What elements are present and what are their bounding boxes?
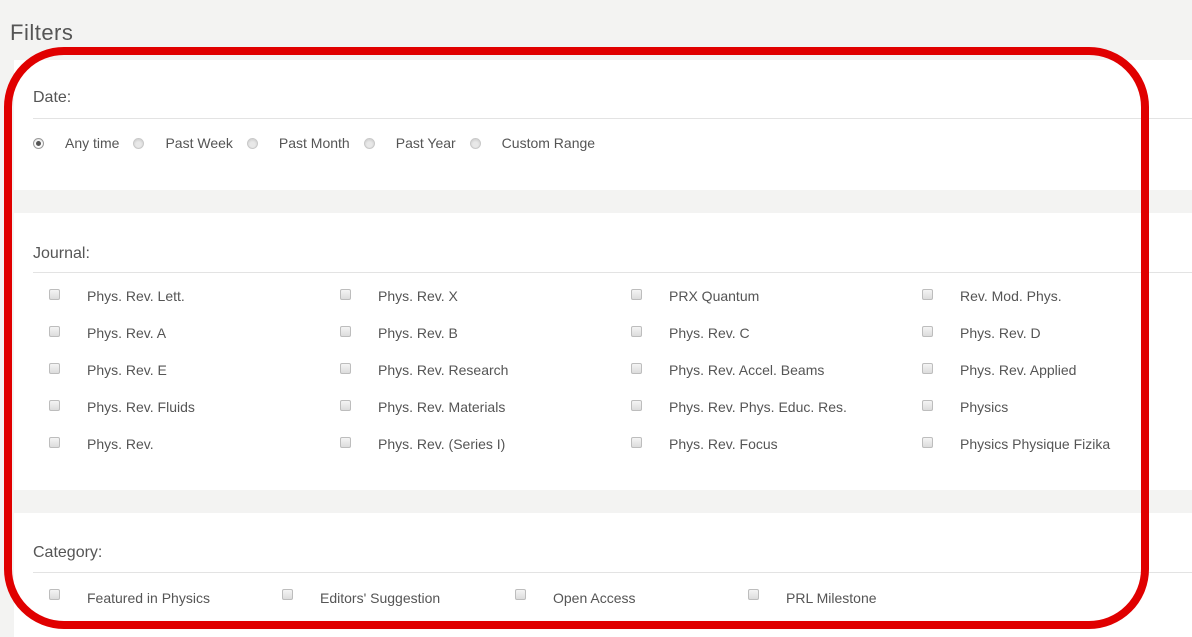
date-label: Date:	[33, 89, 72, 106]
journal-checkbox-label[interactable]: Physics Physique Fizika	[960, 436, 1110, 452]
date-option-label: Any time	[65, 135, 120, 151]
journal-checkbox-label[interactable]: Phys. Rev. Applied	[960, 362, 1076, 378]
date-radio-group: Any time Past Week Past Month Past Year …	[33, 135, 609, 151]
date-option-past-year[interactable]: Past Year	[363, 135, 456, 151]
radio-any-time[interactable]	[33, 137, 44, 149]
journal-checkbox-label[interactable]: Phys. Rev. Focus	[669, 436, 778, 452]
radio-past-month[interactable]	[246, 137, 258, 149]
category-checkbox-label[interactable]: PRL Milestone	[786, 590, 877, 606]
journal-checkbox[interactable]	[631, 289, 642, 300]
journal-checkbox[interactable]	[631, 363, 642, 374]
radio-past-week[interactable]	[133, 137, 145, 149]
journal-checkbox-label[interactable]: Phys. Rev. C	[669, 325, 750, 341]
radio-custom-range[interactable]	[469, 137, 481, 149]
journal-checkbox-label[interactable]: Physics	[960, 399, 1008, 415]
category-checkbox-label[interactable]: Featured in Physics	[87, 590, 210, 606]
journal-checkbox-label[interactable]: PRX Quantum	[669, 288, 759, 304]
journal-checkbox[interactable]	[631, 437, 642, 448]
journal-checkbox[interactable]	[922, 400, 933, 411]
journal-checkbox[interactable]	[922, 289, 933, 300]
date-option-label: Past Month	[278, 135, 350, 151]
journal-checkbox-label[interactable]: Phys. Rev.	[87, 436, 154, 452]
journal-checkbox-label[interactable]: Phys. Rev. Materials	[378, 399, 505, 415]
journal-checkbox[interactable]	[49, 437, 60, 448]
journal-checkbox[interactable]	[631, 400, 642, 411]
category-checkbox[interactable]	[49, 589, 60, 600]
journal-divider	[33, 272, 1192, 273]
journal-checkbox[interactable]	[49, 363, 60, 374]
date-option-custom-range[interactable]: Custom Range	[469, 135, 596, 151]
category-checkbox[interactable]	[515, 589, 526, 600]
category-filter-panel: Category: Featured in Physics Editors' Su…	[14, 513, 1192, 637]
journal-checkbox[interactable]	[49, 400, 60, 411]
category-checkbox-label[interactable]: Open Access	[553, 590, 636, 606]
date-filter-panel: Date: Any time Past Week Past Month Past…	[14, 60, 1192, 190]
journal-filter-panel: Journal: Phys. Rev. Lett. Phys. Rev. X PRX…	[14, 213, 1192, 490]
journal-checkbox-label[interactable]: Phys. Rev. Lett.	[87, 288, 185, 304]
journal-checkbox[interactable]	[340, 400, 351, 411]
journal-checkbox-label[interactable]: Phys. Rev. X	[378, 288, 458, 304]
date-option-label: Custom Range	[501, 135, 596, 151]
journal-checkbox[interactable]	[922, 437, 933, 448]
journal-checkbox[interactable]	[922, 363, 933, 374]
journal-checkbox-label[interactable]: Phys. Rev. (Series I)	[378, 436, 505, 452]
journal-label: Journal:	[33, 245, 90, 262]
journal-checkbox-label[interactable]: Phys. Rev. B	[378, 325, 458, 341]
journal-checkbox-label[interactable]: Phys. Rev. A	[87, 325, 166, 341]
journal-checkbox-label[interactable]: Phys. Rev. Fluids	[87, 399, 195, 415]
journal-checkbox[interactable]	[340, 326, 351, 337]
category-checkbox[interactable]	[748, 589, 759, 600]
journal-checkbox-label[interactable]: Phys. Rev. D	[960, 325, 1041, 341]
journal-checkbox[interactable]	[340, 437, 351, 448]
journal-checkbox-label[interactable]: Phys. Rev. Accel. Beams	[669, 362, 824, 378]
journal-checkbox-label[interactable]: Phys. Rev. Research	[378, 362, 508, 378]
date-divider	[33, 118, 1192, 119]
journal-checkbox[interactable]	[340, 289, 351, 300]
filters-title: Filters	[10, 20, 74, 45]
date-option-label: Past Year	[395, 135, 456, 151]
journal-checkbox[interactable]	[49, 289, 60, 300]
date-option-label: Past Week	[165, 135, 233, 151]
date-option-past-week[interactable]: Past Week	[133, 135, 233, 151]
category-checkbox-label[interactable]: Editors' Suggestion	[320, 590, 440, 606]
category-checkbox[interactable]	[282, 589, 293, 600]
journal-checkbox[interactable]	[631, 326, 642, 337]
journal-checkbox[interactable]	[340, 363, 351, 374]
date-option-past-month[interactable]: Past Month	[246, 135, 350, 151]
journal-checkbox[interactable]	[922, 326, 933, 337]
journal-checkbox[interactable]	[49, 326, 60, 337]
category-divider	[33, 572, 1192, 573]
radio-past-year[interactable]	[363, 137, 375, 149]
date-option-any-time[interactable]: Any time	[33, 135, 119, 151]
category-label: Category:	[33, 544, 103, 561]
journal-checkbox-label[interactable]: Phys. Rev. E	[87, 362, 167, 378]
journal-checkbox-label[interactable]: Phys. Rev. Phys. Educ. Res.	[669, 399, 847, 415]
journal-checkbox-label[interactable]: Rev. Mod. Phys.	[960, 288, 1062, 304]
